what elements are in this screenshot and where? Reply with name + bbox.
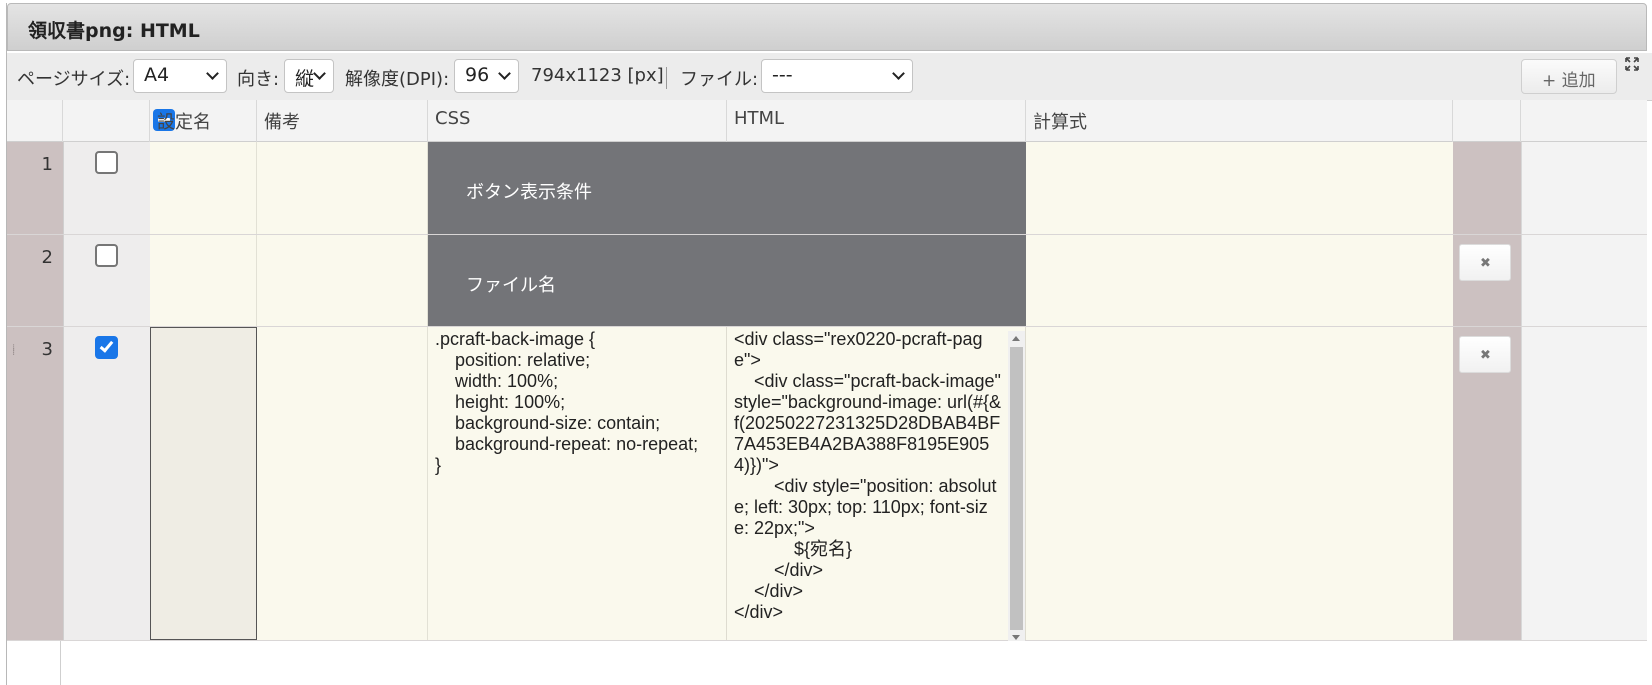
html-cell[interactable]: <div class="rex0220-pcraft-page"> <div c… (727, 327, 1026, 640)
row-checkbox[interactable] (95, 151, 118, 174)
panel-title-bar: 領収書png: HTML (7, 3, 1647, 51)
row-number-header (7, 100, 63, 142)
note-cell[interactable] (257, 235, 428, 326)
check-icon (99, 338, 114, 353)
table-row: 2 ファイル名 ✖ (7, 235, 1647, 327)
toolbar: ページサイズ: A4 向き: 縦 解像度(DPI): 96 794x1123 [… (7, 53, 1652, 101)
select-all-header (63, 100, 175, 142)
toolbar-separator (666, 67, 667, 89)
column-header-actions (1453, 100, 1521, 142)
css-code[interactable]: .pcraft-back-image { position: relative;… (435, 329, 698, 476)
scrollbar-thumb[interactable] (1010, 347, 1023, 630)
name-cell[interactable] (150, 327, 257, 640)
column-header-formula[interactable]: 計算式 (1026, 100, 1453, 142)
note-cell[interactable] (257, 142, 428, 234)
chevron-down-icon (313, 67, 326, 80)
name-input[interactable] (150, 327, 257, 640)
expand-icon[interactable] (1625, 57, 1639, 71)
page-size-select[interactable]: A4 (133, 59, 227, 93)
column-header-name[interactable]: 設定名 (150, 100, 257, 142)
grid-header: 設定名 備考 CSS HTML 計算式 (7, 100, 1647, 142)
column-header-html[interactable]: HTML (727, 100, 1026, 142)
name-cell[interactable] (150, 142, 257, 234)
close-icon: ✖ (1480, 348, 1491, 363)
row-tail (1521, 142, 1647, 234)
formula-cell[interactable] (1026, 142, 1453, 234)
drag-handle-icon[interactable]: ⁞ ⁞ (12, 344, 20, 359)
html-editor-panel: 領収書png: HTML ページサイズ: A4 向き: 縦 解像度(DPI): … (6, 3, 1652, 685)
gutter-divider (60, 641, 61, 685)
row-checkbox[interactable] (95, 244, 118, 267)
css-cell[interactable]: .pcraft-back-image { position: relative;… (428, 327, 727, 640)
row-actions-cell (1453, 327, 1521, 640)
add-button[interactable]: + 追加 (1521, 59, 1617, 94)
dpi-label: 解像度(DPI): (345, 69, 450, 90)
name-cell[interactable] (150, 235, 257, 326)
page-size-value: A4 (144, 64, 170, 86)
panel-title: 領収書png: HTML (28, 20, 200, 42)
row-number: 3 (7, 327, 63, 640)
dpi-value: 96 (465, 64, 490, 86)
scroll-up-icon[interactable] (1012, 336, 1020, 341)
formula-cell[interactable] (1026, 327, 1453, 640)
row-number: 1 (7, 142, 63, 234)
dpi-select[interactable]: 96 (454, 59, 519, 93)
html-code[interactable]: <div class="rex0220-pcraft-page"> <div c… (734, 329, 1002, 623)
row-checkbox[interactable] (95, 336, 118, 359)
file-label: ファイル: (680, 69, 759, 90)
row-actions-cell (1453, 142, 1521, 234)
chevron-down-icon (206, 67, 219, 80)
formula-cell[interactable] (1026, 235, 1453, 326)
page-dimensions: 794x1123 [px] (531, 65, 664, 86)
scroll-down-icon[interactable] (1012, 635, 1020, 640)
html-cell-scrollbar[interactable] (1008, 331, 1025, 645)
merged-cell-button-condition: ボタン表示条件 (428, 142, 1026, 234)
add-button-label: + 追加 (1542, 71, 1596, 91)
file-select[interactable]: --- (761, 59, 913, 93)
delete-row-button[interactable]: ✖ (1459, 244, 1511, 281)
chevron-down-icon (498, 67, 511, 80)
table-row: 1 ボタン表示条件 (7, 142, 1647, 235)
file-value: --- (772, 64, 793, 86)
row-check-cell (63, 142, 150, 234)
row-number: 2 (7, 235, 63, 326)
merged-cell-file-name: ファイル名 (428, 235, 1026, 326)
orientation-label: 向き: (237, 69, 280, 90)
row-check-cell (63, 235, 150, 326)
column-header-note[interactable]: 備考 (257, 100, 428, 142)
delete-row-button[interactable]: ✖ (1459, 336, 1511, 373)
note-cell[interactable] (257, 327, 428, 640)
row-tail (1521, 235, 1647, 326)
column-header-css[interactable]: CSS (428, 100, 727, 142)
table-row: 3 ⁞ ⁞ .pcraft-back-image { position: rela… (7, 327, 1647, 645)
orientation-select[interactable]: 縦 (284, 59, 334, 93)
orientation-value: 縦 (295, 68, 315, 90)
chevron-down-icon (892, 67, 905, 80)
row-tail (1521, 327, 1647, 640)
close-icon: ✖ (1480, 256, 1491, 271)
grid-footer (7, 641, 1647, 685)
row-check-cell (63, 327, 150, 640)
page-size-label: ページサイズ: (17, 69, 131, 90)
